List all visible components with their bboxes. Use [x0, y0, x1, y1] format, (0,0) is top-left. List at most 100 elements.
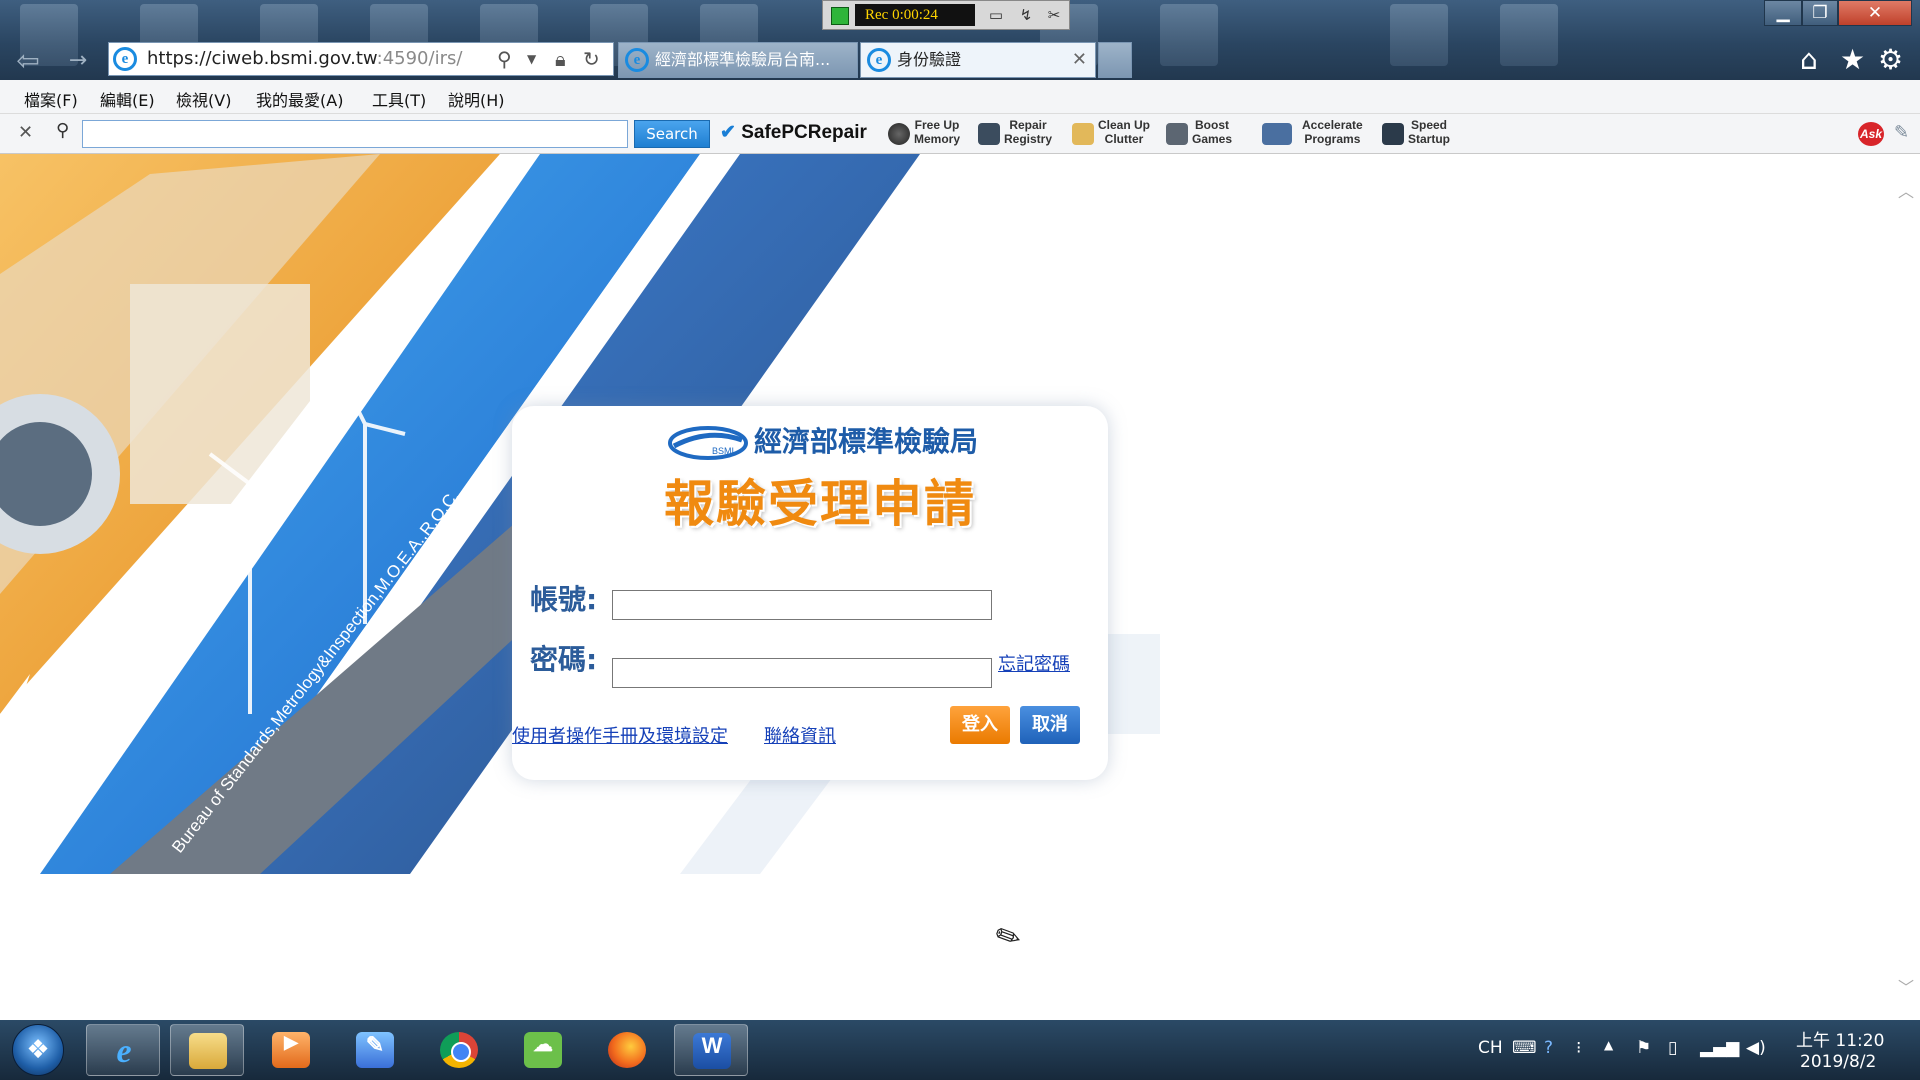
shield-check-icon: ✔ — [720, 122, 736, 143]
recorder-cut-icon[interactable]: ✂ — [1045, 6, 1063, 24]
windows-taskbar: ❖ e ▶ ✎ ☁ W CH ⌨ ? ⁝ ▲ ⚑ ▯ ▂▄▆ ◀) 上午 11:… — [0, 1020, 1920, 1080]
toolbar-item-label: Clean Up Clutter — [1098, 118, 1151, 146]
wrench-icon[interactable]: ✎ — [1894, 122, 1909, 143]
media-player-icon: ▶ — [272, 1032, 310, 1068]
ie-tab-icon: e — [867, 48, 891, 72]
speed-startup-button[interactable]: Speed Startup — [1382, 117, 1482, 151]
record-status-icon[interactable] — [831, 7, 849, 25]
desktop-ghost-icon — [1160, 4, 1218, 66]
favorites-star-icon[interactable]: ★ — [1840, 44, 1865, 76]
start-button[interactable]: ❖ — [12, 1024, 64, 1076]
bsmi-logo-text: BSMI — [712, 446, 734, 456]
show-hidden-icons[interactable]: ▲ — [1604, 1038, 1613, 1052]
recorder-pin-icon[interactable]: ↯ — [1017, 6, 1035, 24]
new-tab-button[interactable] — [1098, 42, 1132, 78]
clock-time[interactable]: 上午 11:20 — [1796, 1026, 1884, 1051]
menu-tools[interactable]: 工具(T) — [372, 87, 426, 111]
menu-file[interactable]: 檔案(F) — [24, 87, 78, 111]
safepcrepair-toolbar: ✕ ⚲ Search ✔ SafePCRepair Free Up Memory… — [0, 114, 1920, 154]
contact-info-link[interactable]: 聯絡資訊 — [764, 722, 836, 748]
tab-identity-verification[interactable]: e 身份驗證 ✕ — [860, 42, 1096, 78]
bsmi-logo: BSMI — [668, 426, 748, 460]
taskbar-internet-explorer[interactable]: e — [86, 1024, 160, 1076]
boost-games-button[interactable]: Boost Games — [1166, 117, 1266, 151]
internet-explorer-icon: e — [116, 1033, 132, 1070]
toolbar-search-icon: ⚲ — [56, 120, 70, 141]
menu-view[interactable]: 檢視(V) — [176, 87, 231, 111]
tab-close-icon[interactable]: ✕ — [1072, 43, 1087, 77]
tab-label: 身份驗證 — [897, 50, 962, 69]
paint-brush-icon: ✎ — [356, 1032, 394, 1068]
taskbar-firefox[interactable] — [590, 1024, 664, 1076]
taskbar-file-explorer[interactable] — [170, 1024, 244, 1076]
toolbar-close-icon[interactable]: ✕ — [18, 122, 33, 143]
scroll-down-icon[interactable]: ﹀ — [1898, 974, 1914, 998]
taskbar-word[interactable]: W — [674, 1024, 748, 1076]
dropdown-arrow-icon[interactable]: ▼ — [527, 47, 536, 71]
user-manual-link[interactable]: 使用者操作手冊及環境設定 — [512, 722, 728, 748]
toolbar-item-label: Repair Registry — [1004, 118, 1053, 146]
gamepad-icon — [1166, 123, 1188, 145]
taskbar-paint-tool[interactable]: ✎ — [338, 1024, 412, 1076]
lock-icon[interactable]: 🔒︎ — [555, 47, 566, 71]
vertical-scrollbar[interactable]: ︿ ﹀ — [1890, 154, 1920, 1020]
tab-bsmi-tainan[interactable]: e 經濟部標準檢驗局台南... — [618, 42, 858, 78]
refresh-icon[interactable]: ↻ — [583, 47, 600, 71]
ime-indicator[interactable]: CH — [1478, 1038, 1503, 1058]
recorder-window-icon[interactable]: ▭ — [987, 6, 1005, 24]
home-icon[interactable]: ⌂ — [1800, 44, 1818, 76]
wechat-icon: ☁ — [524, 1032, 562, 1068]
chrome-center — [451, 1042, 471, 1062]
account-label: 帳號: — [530, 583, 598, 616]
clock-date[interactable]: 2019/8/2 — [1800, 1052, 1876, 1072]
desktop-ghost-icon — [1500, 4, 1558, 66]
registry-icon — [978, 123, 1000, 145]
ie-tab-icon: e — [625, 48, 649, 72]
close-window-button[interactable]: ✕ — [1838, 0, 1912, 26]
firefox-icon — [608, 1032, 646, 1068]
toolbar-item-label: Boost Games — [1192, 118, 1233, 146]
action-center-flag-icon[interactable]: ⚑ — [1636, 1038, 1651, 1058]
search-icon[interactable]: ⚲ — [497, 47, 512, 71]
restore-button[interactable]: ❐ — [1802, 0, 1838, 26]
ime-options-icon[interactable]: ⁝ — [1576, 1038, 1581, 1058]
back-button[interactable]: ⇦ — [10, 44, 46, 80]
help-icon[interactable]: ? — [1544, 1038, 1553, 1058]
settings-gear-icon[interactable]: ⚙ — [1878, 44, 1903, 76]
menu-help[interactable]: 說明(H) — [448, 87, 505, 111]
taskbar-chrome[interactable] — [422, 1024, 496, 1076]
address-url[interactable]: https://ciweb.bsmi.gov.tw:4590/irs/ — [147, 48, 462, 69]
address-bar[interactable]: e https://ciweb.bsmi.gov.tw:4590/irs/ ⚲ … — [108, 42, 614, 76]
mouse-cursor-icon: ✎ — [989, 916, 1028, 959]
toolbar-search-button[interactable]: Search — [634, 120, 710, 148]
volume-icon[interactable]: ◀) — [1746, 1038, 1766, 1058]
forgot-password-link[interactable]: 忘記密碼 — [998, 650, 1070, 676]
network-signal-icon[interactable]: ▂▄▆ — [1700, 1038, 1739, 1058]
accelerate-programs-button[interactable]: Accelerate Programs — [1262, 117, 1382, 151]
login-button[interactable]: 登入 — [950, 706, 1010, 744]
forward-button[interactable]: → — [60, 44, 96, 80]
minimize-button[interactable]: ▁ — [1764, 0, 1802, 26]
brand-name: SafePCRepair — [741, 122, 867, 143]
keyboard-icon[interactable]: ⌨ — [1512, 1038, 1537, 1058]
password-input[interactable] — [612, 658, 992, 688]
scroll-up-icon[interactable]: ︿ — [1898, 178, 1914, 202]
account-input[interactable] — [612, 590, 992, 620]
toolbar-search-input[interactable] — [82, 120, 628, 148]
menu-favorites[interactable]: 我的最愛(A) — [256, 87, 343, 111]
menu-edit[interactable]: 編輯(E) — [100, 87, 155, 111]
screen-recorder-widget: Rec 0:00:24 ▭ ↯ ✂ — [822, 0, 1070, 30]
page-content: Bureau of Standards,Metrology&Inspection… — [0, 154, 1890, 1020]
cancel-button[interactable]: 取消 — [1020, 706, 1080, 744]
safepcrepair-logo[interactable]: ✔ SafePCRepair — [720, 121, 867, 144]
url-path: :4590/irs/ — [376, 48, 463, 69]
chrome-icon — [440, 1032, 478, 1068]
taskbar-wechat[interactable]: ☁ — [506, 1024, 580, 1076]
battery-icon[interactable]: ▯ — [1668, 1038, 1677, 1058]
tab-label: 經濟部標準檢驗局台南... — [655, 50, 831, 69]
ask-logo[interactable]: Ask — [1858, 122, 1884, 146]
taskbar-media-player[interactable]: ▶ — [254, 1024, 328, 1076]
repair-registry-button[interactable]: Repair Registry — [978, 117, 1078, 151]
password-label: 密碼: — [530, 643, 598, 676]
url-host: https://ciweb.bsmi.gov.tw — [147, 48, 377, 69]
